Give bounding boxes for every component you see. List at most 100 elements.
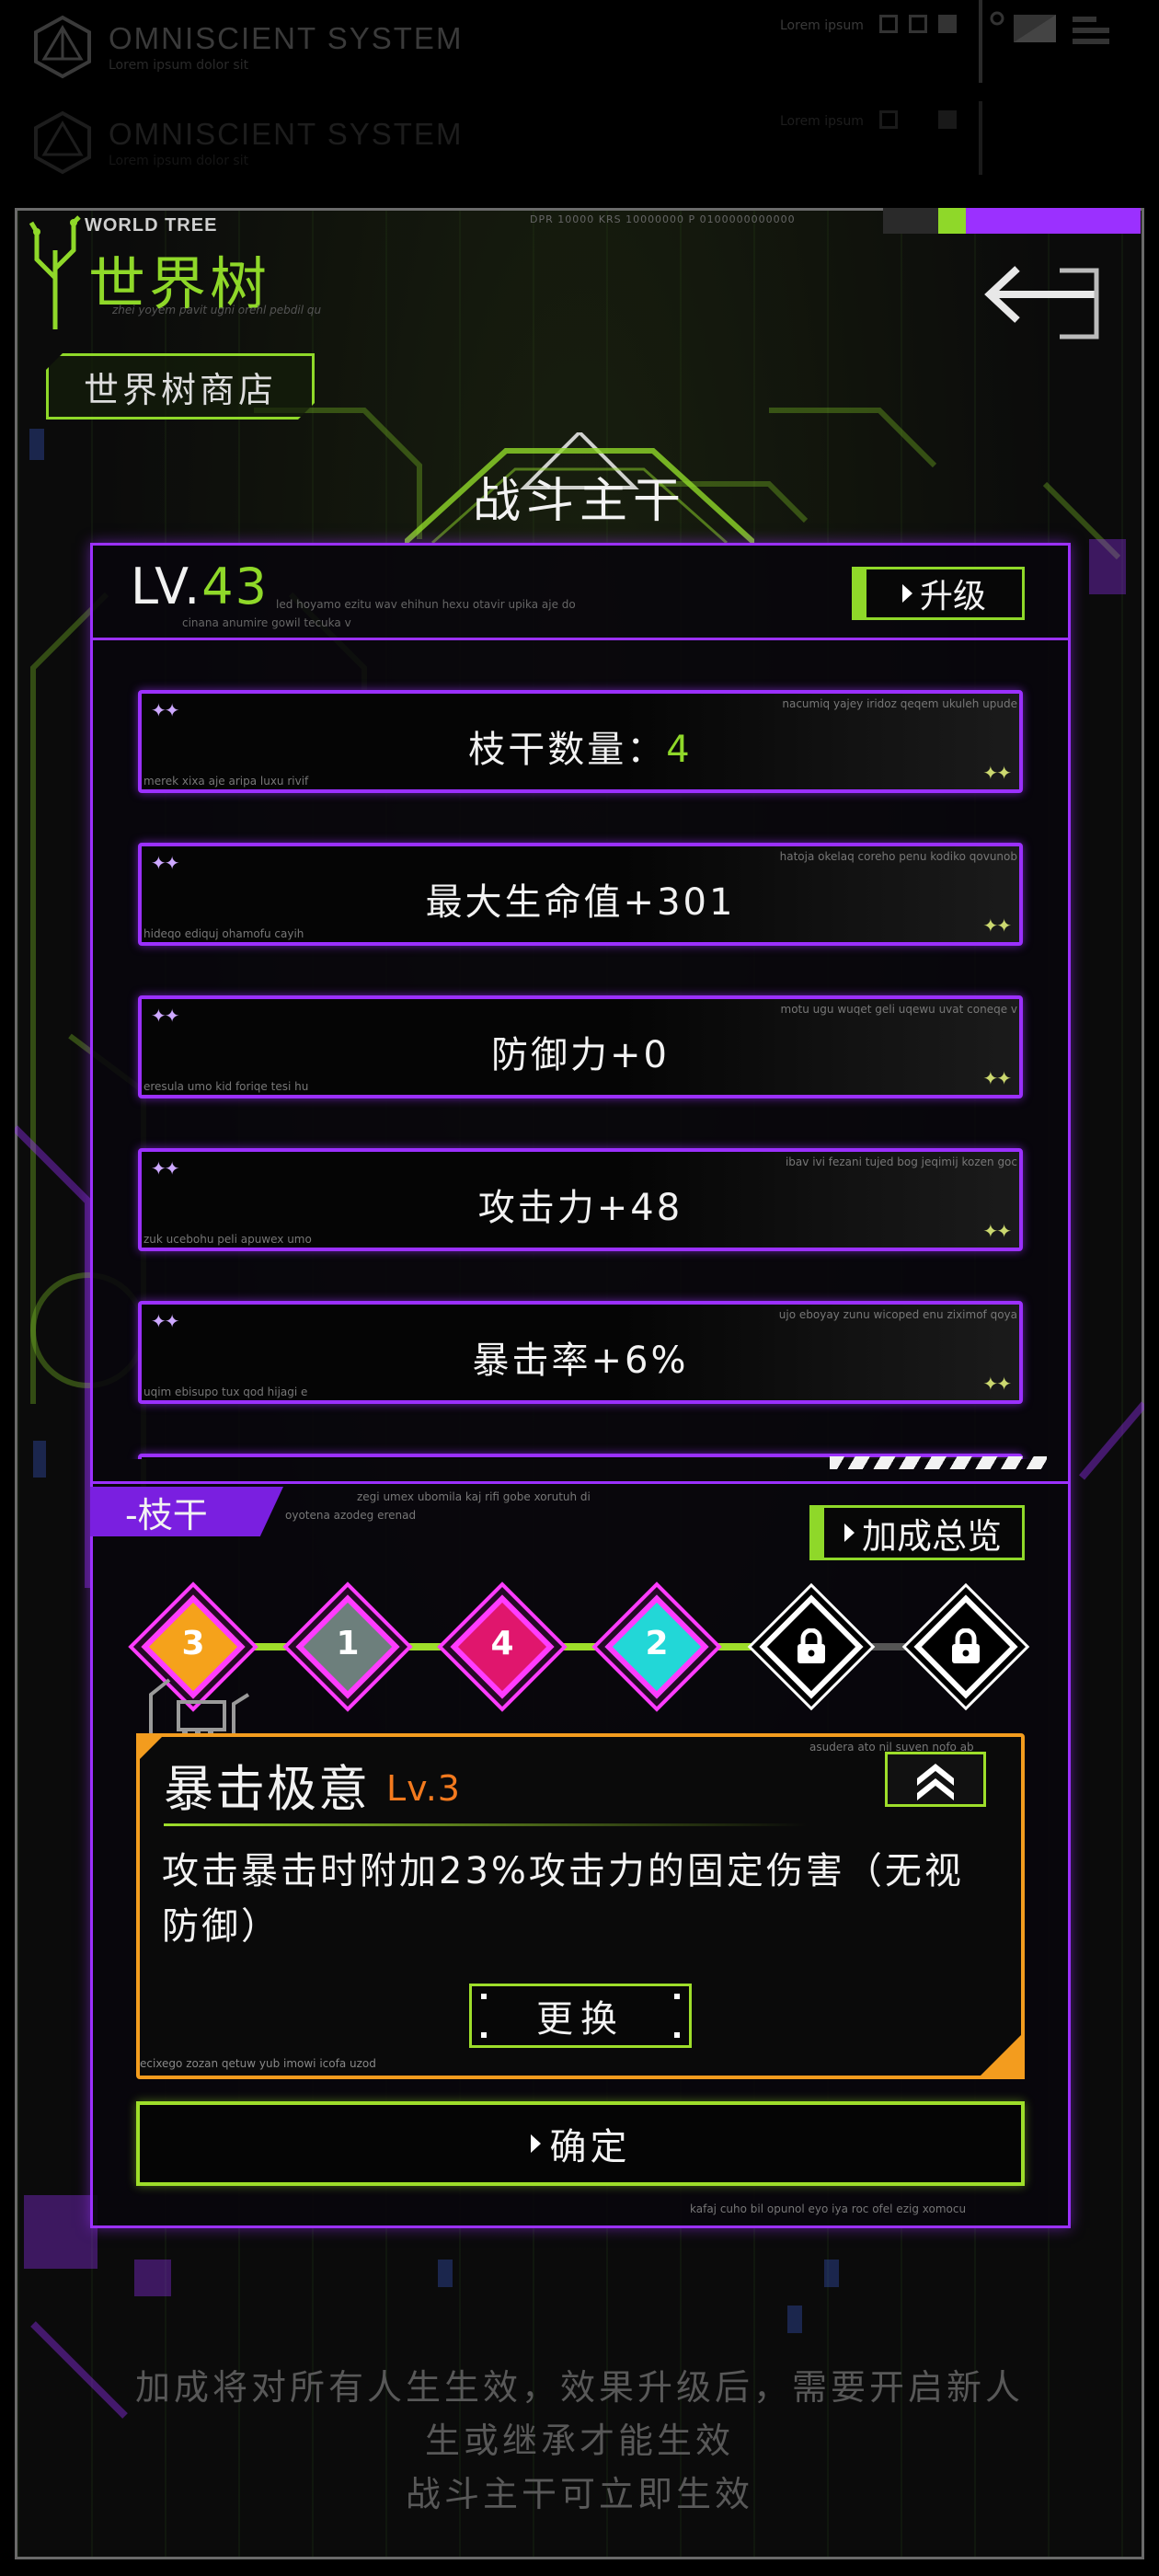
branch-tiny-text-1: zegi umex ubomila kaj rifi gobe xorutuh … bbox=[357, 1490, 591, 1503]
skill-name: 暴击极意 bbox=[164, 1760, 370, 1818]
skill-tiny-text-2: ecixego zozan qetuw yub imowi icofa uzod bbox=[140, 2057, 376, 2070]
sparkle-icon: ✦✦ bbox=[151, 1157, 179, 1179]
system-logo-icon bbox=[33, 15, 92, 79]
stat-tiny-text: uqim ebisupo tux qod hijagi e bbox=[143, 1386, 308, 1398]
stat-label: 最大生命值+301 bbox=[425, 881, 736, 924]
level-prefix: LV. bbox=[131, 558, 202, 615]
confirm-button-label: 确定 bbox=[549, 2126, 631, 2168]
footer-note: 加成将对所有人生生效，效果升级后，需要开启新人 生或继承才能生效 战斗主干可立即… bbox=[92, 2361, 1067, 2521]
shop-label-text: 世界树商店 bbox=[83, 369, 277, 410]
stat-label: 暴击率+6% bbox=[472, 1340, 689, 1382]
system-title: OMNISCIENT SYSTEM bbox=[109, 21, 464, 55]
back-button[interactable] bbox=[973, 248, 1111, 350]
panel-title: 战斗主干 bbox=[472, 474, 686, 529]
checkbox-filled-ghost-icon bbox=[938, 110, 957, 129]
branch-node-4[interactable]: 2 bbox=[602, 1592, 712, 1702]
branch-node-locked-5[interactable] bbox=[756, 1592, 866, 1702]
stat-value: 4 bbox=[666, 729, 693, 771]
header-divider bbox=[979, 0, 982, 83]
system-subtitle-ghost: Lorem ipsum dolor sit bbox=[109, 154, 249, 168]
confirm-button[interactable]: 确定 bbox=[136, 2101, 1025, 2186]
stat-tiny-text: zuk ucebohu peli apuwex umo bbox=[143, 1233, 312, 1246]
branch-node-2[interactable]: 1 bbox=[293, 1592, 403, 1702]
stat-tiny-text: eresula umo kid foriqe tesi hu bbox=[143, 1080, 309, 1093]
level-tiny-text-1: led hoyamo ezitu wav ehihun hexu otavir … bbox=[276, 598, 576, 611]
branch-tag-label: -枝干 bbox=[125, 1494, 208, 1535]
header-graph-icon bbox=[990, 11, 1109, 44]
play-arrow-icon bbox=[901, 584, 912, 603]
world-tree-shop-label: 世界树商店 bbox=[46, 353, 315, 420]
replace-button[interactable]: 更换 bbox=[469, 1984, 692, 2048]
skill-card-corner bbox=[977, 2031, 1025, 2079]
sparkle-icon: ✦✦ bbox=[982, 762, 1011, 784]
play-arrow-icon bbox=[843, 1524, 855, 1542]
node-label: 1 bbox=[336, 1625, 360, 1662]
world-tree-icon bbox=[29, 215, 81, 329]
stat-card-defense: ✦✦ motu ugu wuqet geli uqewu uvat coneqe… bbox=[138, 995, 1023, 1098]
sparkle-icon: ✦✦ bbox=[151, 1005, 179, 1027]
level-label: LV.43 bbox=[131, 558, 269, 615]
stat-tiny-text: hideqo ediquj ohamofu cayih bbox=[143, 927, 304, 940]
skill-card-corner bbox=[136, 1733, 166, 1763]
stat-label: 攻击力+48 bbox=[477, 1187, 683, 1229]
stat-tiny-text: merek xixa aje aripa luxu rivif bbox=[143, 775, 309, 788]
node-label: 2 bbox=[645, 1625, 669, 1662]
sparkle-icon: ✦✦ bbox=[982, 1067, 1011, 1089]
stat-tiny-text: ibav ivi fezani tujed bog jeqimij kozen … bbox=[785, 1156, 1017, 1168]
replace-button-label: 更换 bbox=[536, 1998, 625, 2041]
header-divider-ghost bbox=[979, 101, 982, 175]
sparkle-icon: ✦✦ bbox=[151, 699, 179, 721]
sparkle-icon: ✦✦ bbox=[982, 1220, 1011, 1242]
bracket-dots-icon bbox=[481, 1994, 487, 2038]
footer-line-2: 生或继承才能生效 bbox=[424, 2421, 734, 2461]
sparkle-icon: ✦✦ bbox=[982, 914, 1011, 937]
top-code-text: DPR 10000 KRS 10000000 P 0100000000000 bbox=[530, 213, 796, 225]
checkbox-empty-icon bbox=[879, 15, 898, 33]
skill-description: 攻击暴击时附加23%攻击力的固定伤害（无视防御） bbox=[162, 1850, 964, 1948]
skill-level: Lv.3 bbox=[386, 1768, 461, 1809]
stats-list[interactable]: ✦✦ nacumiq yajey iridoz qeqem ukuleh upu… bbox=[92, 640, 1069, 1459]
play-arrow-icon bbox=[530, 2134, 541, 2153]
branch-node-locked-6[interactable] bbox=[911, 1592, 1021, 1702]
footer-line-3: 战斗主干可立即生效 bbox=[405, 2474, 753, 2514]
bracket-dots-icon bbox=[674, 1994, 680, 2038]
checkbox-empty-ghost-icon bbox=[879, 110, 898, 129]
stat-card-branch-count: ✦✦ nacumiq yajey iridoz qeqem ukuleh upu… bbox=[138, 690, 1023, 793]
system-header-ghost: OMNISCIENT SYSTEM Lorem ipsum dolor sit bbox=[33, 101, 463, 184]
chip-decoration-icon bbox=[149, 1678, 250, 1741]
back-arrow-icon bbox=[984, 266, 1099, 339]
level-value: 43 bbox=[201, 558, 270, 615]
checkbox-crossed-icon bbox=[909, 15, 927, 33]
branch-node-3[interactable]: 4 bbox=[447, 1592, 557, 1702]
world-tree-tiny-text: zhei yoyem pavit ugni orehl pebdil qu bbox=[112, 304, 322, 316]
stat-card-max-hp: ✦✦ hatoja okelaq coreho penu kodiko qovu… bbox=[138, 843, 1023, 946]
double-chevron-up-icon bbox=[917, 1764, 954, 1800]
branch-node-chain: 3 1 4 2 bbox=[138, 1592, 1039, 1702]
branch-separator bbox=[90, 1481, 1071, 1484]
separator-stripes bbox=[830, 1456, 1047, 1469]
system-header: OMNISCIENT SYSTEM Lorem ipsum dolor sit bbox=[33, 6, 463, 88]
stat-card-attack: ✦✦ ibav ivi fezani tujed bog jeqimij koz… bbox=[138, 1148, 1023, 1251]
stat-tiny-text: hatoja okelaq coreho penu kodiko qovunob bbox=[779, 850, 1017, 863]
node-label: 3 bbox=[181, 1625, 205, 1662]
confirm-tiny-text: kafaj cuho bil opunol eyo iya roc ofel e… bbox=[690, 2202, 967, 2215]
stat-card-crit-rate: ✦✦ ujo eboyay zunu wicoped enu ziximof q… bbox=[138, 1301, 1023, 1404]
level-tiny-text-2: cinana anumire gowil tecuka v bbox=[182, 616, 351, 629]
top-lorem-label: Lorem ipsum bbox=[780, 18, 864, 33]
sparkle-icon: ✦✦ bbox=[151, 1310, 179, 1332]
stat-tiny-text: nacumiq yajey iridoz qeqem ukuleh upude bbox=[782, 697, 1017, 710]
system-subtitle: Lorem ipsum dolor sit bbox=[109, 58, 249, 73]
system-logo-ghost-icon bbox=[33, 110, 92, 175]
bonus-overview-label: 加成总览 bbox=[861, 1515, 1002, 1557]
lock-icon bbox=[798, 1628, 825, 1663]
upgrade-button-label: 升级 bbox=[919, 578, 986, 615]
skill-rank-up-button[interactable] bbox=[885, 1752, 986, 1807]
skill-underline bbox=[164, 1823, 808, 1826]
top-stripe-decoration bbox=[883, 208, 1141, 234]
checkbox-filled-icon bbox=[938, 15, 957, 33]
stat-tiny-text: motu ugu wuqet geli uqewu uvat coneqe v bbox=[780, 1003, 1017, 1016]
stat-label: 枝干数量： bbox=[468, 729, 667, 771]
stat-tiny-text: ujo eboyay zunu wicoped enu ziximof qoya bbox=[778, 1308, 1017, 1321]
upgrade-button[interactable]: 升级 bbox=[852, 567, 1025, 620]
bonus-overview-button[interactable]: 加成总览 bbox=[809, 1505, 1025, 1560]
